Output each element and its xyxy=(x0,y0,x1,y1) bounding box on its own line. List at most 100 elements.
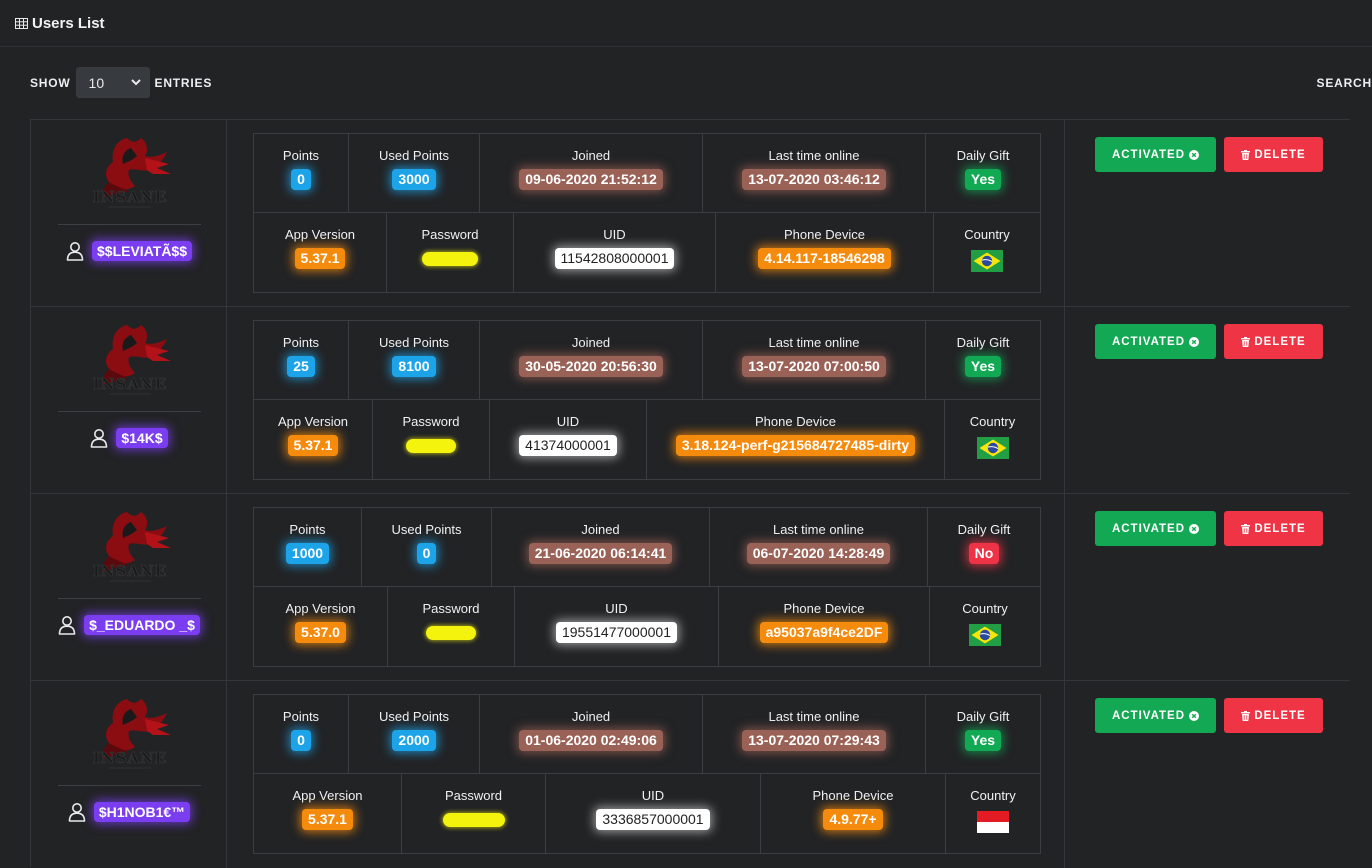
points-cell: Points 0 xyxy=(254,695,349,774)
app-version-label: App Version xyxy=(285,601,356,616)
joined-label: Joined xyxy=(571,709,611,724)
joined-label: Joined xyxy=(581,522,620,537)
delete-button-label: DELETE xyxy=(1254,335,1306,348)
points-label: Points xyxy=(289,522,326,537)
profile-divider xyxy=(58,411,201,412)
user-details-table: Points 25 Used Points 8100 Joined 30-05-… xyxy=(253,320,1041,480)
trash-icon xyxy=(1241,710,1251,721)
close-circle-icon xyxy=(1189,149,1200,160)
app-version-badge: 5.37.1 xyxy=(287,435,339,456)
details-row-stats: Points 1000 Used Points 0 Joined 21-06-2… xyxy=(254,508,1040,587)
used-points-cell: Used Points 8100 xyxy=(349,321,480,400)
details-row-device: App Version 5.37.1 Password UID 11542808… xyxy=(254,213,1040,292)
phone-device-label: Phone Device xyxy=(812,788,894,803)
uid-label: UID xyxy=(605,601,628,616)
joined-cell: Joined 21-06-2020 06:14:41 xyxy=(492,508,710,587)
joined-cell: Joined 30-05-2020 20:56:30 xyxy=(480,321,703,400)
phone-device-label: Phone Device xyxy=(755,414,836,429)
daily-gift-label: Daily Gift xyxy=(957,522,1011,537)
phone-device-label: Phone Device xyxy=(784,227,865,242)
activated-button-label: ACTIVATED xyxy=(1111,148,1186,161)
joined-badge: 01-06-2020 02:49:06 xyxy=(519,730,663,751)
app-version-cell: App Version 5.37.1 xyxy=(254,774,402,853)
app-version-cell: App Version 5.37.1 xyxy=(254,400,373,479)
details-row-device: App Version 5.37.0 Password UID 19551477… xyxy=(254,587,1040,666)
joined-badge: 21-06-2020 06:14:41 xyxy=(528,543,673,564)
delete-button[interactable]: DELETE xyxy=(1224,324,1323,359)
svg-text:INSANE: INSANE xyxy=(93,188,167,206)
user-icon xyxy=(68,803,86,822)
activated-button-label: ACTIVATED xyxy=(1111,335,1186,348)
activated-button-label: ACTIVATED xyxy=(1111,522,1186,535)
delete-button[interactable]: DELETE xyxy=(1224,511,1323,546)
entries-select[interactable]: 10 xyxy=(75,67,150,98)
password-cell: Password xyxy=(388,587,515,666)
points-badge: 25 xyxy=(287,356,315,377)
points-label: Points xyxy=(282,335,320,350)
used-points-label: Used Points xyxy=(391,522,462,537)
uid-badge: 11542808000001 xyxy=(554,248,675,269)
country-cell: Country xyxy=(930,587,1040,666)
phone-device-badge: 4.14.117-18546298 xyxy=(758,248,891,269)
daily-gift-badge: Yes xyxy=(964,356,1002,377)
username-badge: $H1NOB1€™ xyxy=(93,802,191,822)
last-online-badge: 13-07-2020 03:46:12 xyxy=(742,169,886,190)
daily-gift-label: Daily Gift xyxy=(956,148,1010,163)
joined-cell: Joined 09-06-2020 21:52:12 xyxy=(480,134,703,213)
daily-gift-cell: Daily Gift No xyxy=(928,508,1040,587)
delete-button[interactable]: DELETE xyxy=(1224,137,1323,172)
app-version-cell: App Version 5.37.1 xyxy=(254,213,387,292)
activated-button[interactable]: ACTIVATED xyxy=(1095,324,1216,359)
user-info: $_EDUARDO _$ xyxy=(31,615,227,635)
last-online-label: Last time online xyxy=(772,522,865,537)
used-points-cell: Used Points 0 xyxy=(362,508,492,587)
uid-badge: 3336857000001 xyxy=(596,809,710,830)
user-details-table: Points 1000 Used Points 0 Joined 21-06-2… xyxy=(253,507,1041,667)
user-details-cell: Points 0 Used Points 2000 Joined 01-06-2… xyxy=(228,681,1065,868)
app-version-label: App Version xyxy=(284,227,356,242)
app-version-badge: 5.37.1 xyxy=(302,809,353,830)
username-badge: $14K$ xyxy=(116,428,168,448)
page-title: Users List xyxy=(15,15,105,32)
trash-icon xyxy=(1241,336,1251,347)
phone-device-cell: Phone Device a95037a9f4ce2DF xyxy=(719,587,930,666)
points-cell: Points 1000 xyxy=(254,508,362,587)
daily-gift-badge: Yes xyxy=(964,169,1002,190)
entries-select-value: 10 xyxy=(88,74,105,91)
delete-button-label: DELETE xyxy=(1254,522,1306,535)
user-profile-cell: INSANE $14K$ xyxy=(31,307,227,494)
country-cell: Country xyxy=(945,400,1040,479)
last-online-badge: 06-07-2020 14:28:49 xyxy=(746,543,891,564)
activated-button[interactable]: ACTIVATED xyxy=(1095,137,1216,172)
user-actions-cell: ACTIVATED DELETE xyxy=(1066,681,1351,868)
insane-dragon-logo: INSANE xyxy=(93,699,171,769)
delete-button-label: DELETE xyxy=(1254,148,1306,161)
activated-button[interactable]: ACTIVATED xyxy=(1095,511,1216,546)
phone-device-cell: Phone Device 4.9.77+ xyxy=(761,774,946,853)
user-details-cell: Points 25 Used Points 8100 Joined 30-05-… xyxy=(228,307,1065,494)
password-label: Password xyxy=(421,227,479,242)
uid-cell: UID 19551477000001 xyxy=(515,587,719,666)
password-redaction xyxy=(426,626,476,640)
details-row-stats: Points 25 Used Points 8100 Joined 30-05-… xyxy=(254,321,1040,400)
last-online-cell: Last time online 13-07-2020 07:00:50 xyxy=(703,321,926,400)
country-label: Country xyxy=(962,601,1008,616)
activated-button[interactable]: ACTIVATED xyxy=(1095,698,1216,733)
chevron-down-icon xyxy=(130,79,141,86)
profile-divider xyxy=(58,224,201,225)
details-row-device: App Version 5.37.1 Password UID 41374000… xyxy=(254,400,1040,479)
uid-badge: 41374000001 xyxy=(519,435,617,456)
delete-button[interactable]: DELETE xyxy=(1224,698,1323,733)
joined-badge: 30-05-2020 20:56:30 xyxy=(519,356,663,377)
country-label: Country xyxy=(969,414,1016,429)
points-badge: 1000 xyxy=(285,543,330,564)
app-version-badge: 5.37.0 xyxy=(295,622,346,643)
user-row: INSANE $H1NOB1€™ Points 0 Used Points 20… xyxy=(30,680,1351,868)
points-badge: 0 xyxy=(291,169,311,190)
table-icon xyxy=(15,18,28,29)
last-online-badge: 13-07-2020 07:29:43 xyxy=(742,730,886,751)
brazil-flag-icon xyxy=(971,250,1003,272)
user-icon xyxy=(91,429,108,448)
joined-badge: 09-06-2020 21:52:12 xyxy=(519,169,663,190)
user-row: INSANE $$LEVIATÃ$$ Points 0 Used Points … xyxy=(30,119,1350,307)
